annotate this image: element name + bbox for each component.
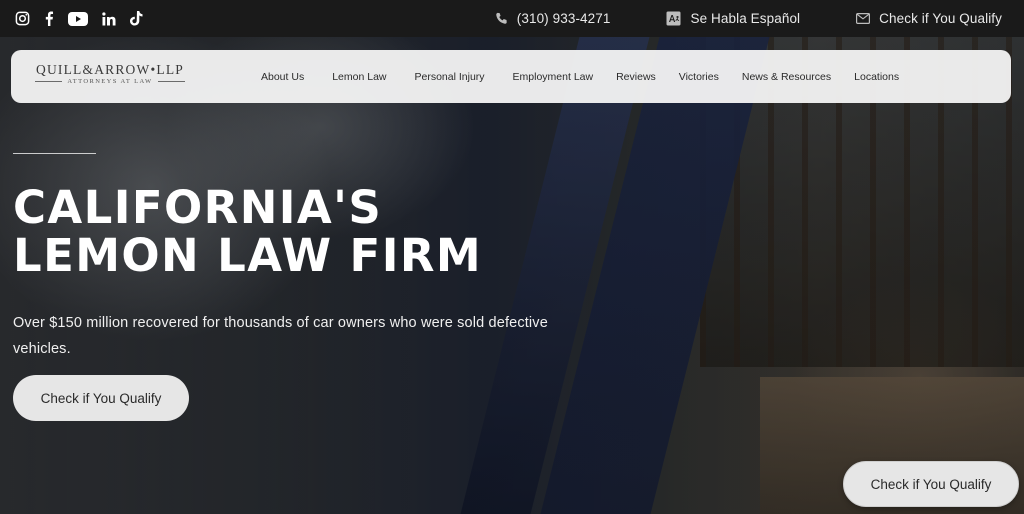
logo-rule bbox=[157, 81, 185, 82]
hero-title-line: CALIFORNIA'S bbox=[13, 181, 383, 234]
main-nav: QUILL&ARROW•LLP ATTORNEYS AT LAW About U… bbox=[11, 50, 1011, 103]
qualify-link[interactable]: Check if You Qualify bbox=[856, 11, 1002, 26]
check-qualify-button[interactable]: Check if You Qualify bbox=[13, 375, 189, 421]
translate-icon bbox=[666, 11, 681, 26]
nav-reviews[interactable]: Reviews bbox=[616, 71, 656, 83]
nav-news-resources[interactable]: News & Resources bbox=[742, 71, 831, 83]
tiktok-icon[interactable] bbox=[130, 10, 143, 28]
logo-rule bbox=[35, 81, 63, 82]
mail-icon bbox=[856, 13, 871, 24]
top-bar: (310) 933-4271 Se Habla Español Check if… bbox=[0, 0, 1024, 37]
logo-subline: ATTORNEYS AT LAW bbox=[35, 78, 185, 85]
floating-qualify-button[interactable]: Check if You Qualify bbox=[843, 461, 1019, 507]
site-logo[interactable]: QUILL&ARROW•LLP ATTORNEYS AT LAW bbox=[35, 62, 185, 92]
facebook-icon[interactable] bbox=[44, 10, 54, 28]
hero-divider bbox=[13, 153, 96, 154]
qualify-label: Check if You Qualify bbox=[879, 11, 1002, 26]
nav-employment-law[interactable]: Employment Law bbox=[513, 71, 594, 83]
nav-personal-injury[interactable]: Personal Injury bbox=[415, 71, 485, 83]
phone-number: (310) 933-4271 bbox=[516, 11, 611, 26]
nav-victories[interactable]: Victories bbox=[679, 71, 719, 83]
hero-title-line: LEMON LAW FIRM bbox=[13, 229, 483, 282]
nav-links: About Us Lemon Law Personal Injury Emplo… bbox=[261, 50, 899, 103]
nav-locations[interactable]: Locations bbox=[854, 71, 899, 83]
social-links bbox=[15, 10, 157, 28]
logo-wordmark: QUILL&ARROW•LLP bbox=[36, 62, 184, 77]
top-contact-bar: (310) 933-4271 Se Habla Español Check if… bbox=[439, 0, 1002, 37]
hero-title: CALIFORNIA'S LEMON LAW FIRM bbox=[13, 184, 573, 280]
instagram-icon[interactable] bbox=[15, 10, 30, 28]
spanish-label: Se Habla Español bbox=[690, 11, 801, 26]
nav-lemon-law[interactable]: Lemon Law bbox=[332, 71, 386, 83]
hero-subtitle: Over $150 million recovered for thousand… bbox=[13, 315, 548, 357]
phone-icon bbox=[495, 12, 508, 25]
nav-about-us[interactable]: About Us bbox=[261, 71, 304, 83]
logo-tagline: ATTORNEYS AT LAW bbox=[67, 78, 153, 85]
youtube-icon[interactable] bbox=[68, 10, 88, 28]
phone-link[interactable]: (310) 933-4271 bbox=[495, 11, 611, 26]
spanish-link[interactable]: Se Habla Español bbox=[666, 11, 800, 26]
linkedin-icon[interactable] bbox=[102, 10, 116, 28]
